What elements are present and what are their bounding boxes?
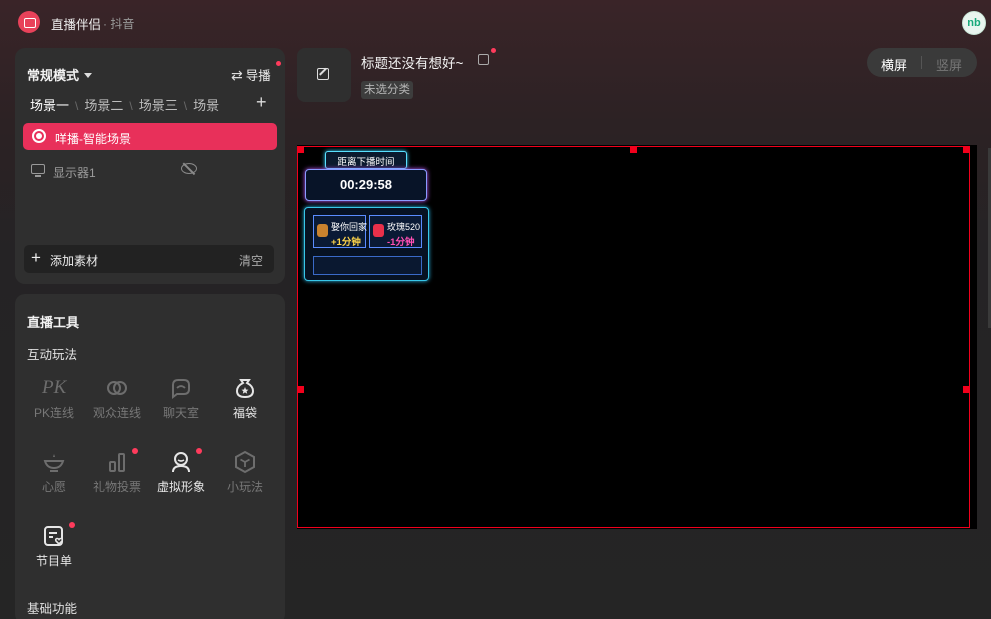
mode-label: 常规模式 xyxy=(27,68,80,83)
plus-icon: + xyxy=(31,248,41,267)
app-title: 直播伴侣 xyxy=(51,18,102,32)
eye-off-icon[interactable] xyxy=(181,163,197,174)
tool-label: 福袋 xyxy=(232,406,257,420)
tool-wish[interactable]: 心愿 xyxy=(21,450,87,502)
tab-separator: \ xyxy=(129,99,133,113)
interactive-heading: 互动玩法 xyxy=(27,348,78,362)
lucky-bag-icon xyxy=(235,379,255,399)
resize-handle-top-left[interactable] xyxy=(297,146,304,153)
tool-label: 聊天室 xyxy=(162,406,199,420)
tool-program-list[interactable]: 节目单 xyxy=(21,522,87,576)
tool-mini-game[interactable]: 小玩法 xyxy=(212,450,278,502)
tool-label: 心愿 xyxy=(41,480,66,494)
source-label: 咩播-智能场景 xyxy=(55,132,131,146)
mode-dropdown[interactable]: 常规模式 xyxy=(27,65,93,84)
resize-handle-right[interactable] xyxy=(963,386,970,393)
scene-tabs: 场景一 \ 场景二 \ 场景三 \ 场景 xyxy=(30,95,275,115)
tool-label: 小玩法 xyxy=(226,480,263,494)
portrait-option[interactable]: 竖屏 xyxy=(936,55,962,74)
material-bar: + 添加素材 清空 xyxy=(24,245,274,273)
title-bar: 直播伴侣 · 抖音 nb xyxy=(0,0,991,44)
add-scene-button[interactable]: + xyxy=(256,93,267,111)
tool-virtual-avatar[interactable]: 虚拟形象 xyxy=(148,448,214,502)
edit-icon xyxy=(317,68,329,80)
avatar-icon xyxy=(172,452,190,473)
orientation-switch: 横屏 竖屏 xyxy=(867,48,977,77)
user-avatar[interactable]: nb xyxy=(962,11,986,35)
app-logo-icon xyxy=(18,11,40,33)
title-notification-dot xyxy=(491,48,496,53)
tab-scene-3[interactable]: 场景三 \ xyxy=(139,95,187,114)
tool-lucky-bag[interactable]: 福袋 xyxy=(212,376,278,428)
monitor-icon xyxy=(31,164,45,177)
tab-scene-2[interactable]: 场景二 \ xyxy=(84,95,132,114)
wish-lamp-icon xyxy=(43,454,65,472)
resize-handle-top[interactable] xyxy=(630,146,637,153)
swap-icon: ⇄ xyxy=(231,67,243,83)
tool-gift-vote[interactable]: 礼物投票 xyxy=(84,448,150,502)
chat-icon xyxy=(172,379,190,399)
guide-button[interactable]: ⇄ 导播 xyxy=(231,65,271,84)
tool-audience-link[interactable]: 观众连线 xyxy=(84,376,150,428)
location-pin-icon xyxy=(32,129,46,143)
tool-label: 礼物投票 xyxy=(92,480,141,494)
caret-down-icon xyxy=(84,73,93,78)
tab-label: 场景 xyxy=(193,98,220,113)
notification-dot xyxy=(69,522,75,528)
tool-chatroom[interactable]: 聊天室 xyxy=(148,376,214,428)
cube-icon xyxy=(235,450,255,474)
category-badge[interactable]: 未选分类 xyxy=(361,81,413,99)
scene-panel: 常规模式 ⇄ 导播 场景一 \ 场景二 \ 场景三 \ 场景 + 咩播-智能场景 显示器1 +… xyxy=(15,48,285,284)
notification-dot xyxy=(196,448,202,454)
landscape-option[interactable]: 横屏 xyxy=(881,55,907,74)
app-platform-label: · 抖音 xyxy=(103,17,135,31)
notification-dot xyxy=(132,448,138,454)
link-icon xyxy=(107,381,127,395)
tab-label: 场景一 xyxy=(30,98,70,113)
selection-border xyxy=(297,146,970,528)
guide-label: 导播 xyxy=(245,69,271,83)
tab-scene-1[interactable]: 场景一 \ xyxy=(30,95,78,114)
tool-label: 观众连线 xyxy=(92,406,141,420)
tab-separator: \ xyxy=(183,99,188,113)
source-item-monitor[interactable]: 显示器1 xyxy=(23,158,277,184)
title-edit-icon[interactable] xyxy=(478,54,489,65)
tab-scene-4[interactable]: 场景 xyxy=(193,95,219,114)
cover-edit-button[interactable] xyxy=(297,48,351,102)
tools-title: 直播工具 xyxy=(27,315,80,330)
tab-label: 场景二 xyxy=(84,98,124,113)
tool-label: PK连线 xyxy=(33,406,74,420)
resize-handle-top-right[interactable] xyxy=(963,146,970,153)
pk-icon: PK xyxy=(42,377,67,398)
program-list-icon xyxy=(44,526,64,546)
resize-handle-left[interactable] xyxy=(297,386,304,393)
bar-chart-icon xyxy=(109,453,125,472)
source-item-smart-scene[interactable]: 咩播-智能场景 xyxy=(23,123,277,150)
tab-label: 场景三 xyxy=(138,98,178,113)
orientation-divider xyxy=(921,56,922,69)
guide-notification-dot xyxy=(276,61,281,66)
source-label: 显示器1 xyxy=(53,166,96,180)
clear-button[interactable]: 清空 xyxy=(239,252,263,269)
tool-label: 虚拟形象 xyxy=(156,480,205,494)
basic-heading: 基础功能 xyxy=(27,602,78,616)
tools-panel: 直播工具 互动玩法 PK PK连线 观众连线 聊天室 福袋 心愿 礼物投票 虚拟… xyxy=(15,294,285,619)
add-material-button[interactable]: 添加素材 xyxy=(50,252,98,269)
live-title[interactable]: 标题还没有想好~ xyxy=(361,52,463,72)
tool-label: 节目单 xyxy=(35,554,72,568)
tab-separator: \ xyxy=(75,99,79,113)
tool-pk[interactable]: PK PK连线 xyxy=(21,376,87,428)
